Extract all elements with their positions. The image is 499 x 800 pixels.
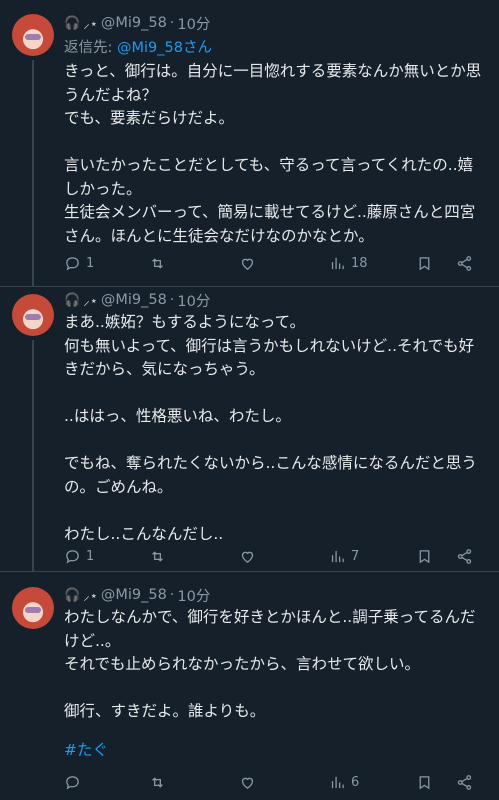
retweet-button[interactable]	[149, 251, 171, 275]
share-button[interactable]	[456, 770, 473, 794]
reply-button[interactable]: 1	[64, 544, 94, 568]
bookmark-button[interactable]	[416, 251, 433, 275]
bookmark-icon	[419, 549, 430, 563]
reply-button[interactable]	[64, 770, 86, 794]
tweet[interactable]: 🎧 ⸝⋆ @Mi9_58 · 10分 まあ..嫉妬？もするようになって。 何も無…	[0, 287, 499, 571]
action-bar: 1 18	[64, 251, 484, 275]
headphones-icon: 🎧	[64, 292, 81, 308]
like-icon	[241, 551, 254, 563]
views-count: 6	[351, 774, 360, 790]
views-button[interactable]: 6	[329, 770, 359, 794]
share-button[interactable]	[456, 251, 473, 275]
views-button[interactable]: 7	[329, 544, 359, 568]
views-count: 7	[351, 548, 360, 564]
tweet-header: 🎧 ⸝⋆ @Mi9_58 · 10分	[64, 13, 210, 33]
share-icon	[457, 548, 472, 564]
thread-line	[32, 340, 34, 571]
like-icon	[241, 777, 254, 789]
user-handle[interactable]: @Mi9_58	[101, 15, 167, 31]
views-icon	[331, 257, 344, 269]
sparkle-wand-icon: ⸝⋆	[83, 589, 98, 604]
reply-count: 1	[86, 548, 95, 564]
tweet-text: まあ..嫉妬？もするようになって。 何も無いよって、御行は言うかもしれないけど.…	[64, 313, 477, 543]
sparkle-wand-icon: ⸝⋆	[83, 17, 98, 32]
bookmark-button[interactable]	[416, 770, 433, 794]
headphones-icon: 🎧	[64, 15, 81, 31]
views-button[interactable]: 18	[329, 251, 368, 275]
thread-line	[32, 60, 34, 286]
like-button[interactable]	[239, 544, 261, 568]
retweet-icon	[152, 776, 163, 788]
tweet[interactable]: 🎧 ⸝⋆ @Mi9_58 · 10分 返信先: @Mi9_58さん きっと、御行…	[0, 0, 499, 286]
hashtag-link[interactable]: #たぐ	[64, 738, 108, 760]
tweet-header: 🎧 ⸝⋆ @Mi9_58 · 10分	[64, 290, 210, 310]
tweet-text: きっと、御行は。自分に一目惚れする要素なんか無いとか思うんだよね？ でも、要素だ…	[64, 62, 482, 245]
reply-handle-link[interactable]: @Mi9_58さん	[117, 40, 212, 56]
tweet[interactable]: 🎧 ⸝⋆ @Mi9_58 · 10分 わたしなんかで、御行を好きとかほんと..調…	[0, 572, 499, 800]
share-icon	[457, 774, 472, 790]
user-handle[interactable]: @Mi9_58	[101, 292, 167, 308]
retweet-button[interactable]	[149, 544, 171, 568]
action-bar: 6	[64, 770, 484, 794]
avatar[interactable]	[12, 587, 54, 629]
reply-count: 1	[86, 255, 95, 271]
tweet-header: 🎧 ⸝⋆ @Mi9_58 · 10分	[64, 585, 210, 605]
timestamp[interactable]: 10分	[177, 585, 210, 606]
views-icon	[331, 550, 344, 562]
retweet-icon	[152, 257, 163, 269]
like-icon	[241, 258, 254, 270]
separator: ·	[169, 15, 175, 31]
views-count: 18	[351, 255, 368, 271]
reply-label: 返信先:	[64, 40, 117, 56]
sparkle-wand-icon: ⸝⋆	[83, 294, 98, 309]
reply-icon	[66, 549, 79, 564]
share-icon	[457, 255, 472, 271]
like-button[interactable]	[239, 770, 261, 794]
avatar[interactable]	[12, 14, 54, 56]
user-handle[interactable]: @Mi9_58	[101, 587, 167, 603]
separator: ·	[169, 292, 175, 308]
retweet-icon	[152, 550, 163, 562]
bookmark-icon	[419, 256, 430, 270]
like-button[interactable]	[239, 251, 261, 275]
reply-to: 返信先: @Mi9_58さん	[64, 36, 212, 57]
headphones-icon: 🎧	[64, 587, 81, 603]
separator: ·	[169, 587, 175, 603]
bookmark-icon	[419, 775, 430, 789]
timestamp[interactable]: 10分	[177, 290, 210, 311]
reply-icon	[66, 256, 79, 271]
retweet-button[interactable]	[149, 770, 171, 794]
avatar[interactable]	[12, 294, 54, 336]
tweet-text: わたしなんかで、御行を好きとかほんと..調子乗ってるんだけど..。 それでも止め…	[64, 608, 476, 720]
timestamp[interactable]: 10分	[177, 13, 210, 34]
action-bar: 1 7	[64, 544, 484, 568]
reply-button[interactable]: 1	[64, 251, 94, 275]
views-icon	[331, 776, 344, 788]
share-button[interactable]	[456, 544, 473, 568]
reply-icon	[66, 775, 79, 790]
bookmark-button[interactable]	[416, 544, 433, 568]
